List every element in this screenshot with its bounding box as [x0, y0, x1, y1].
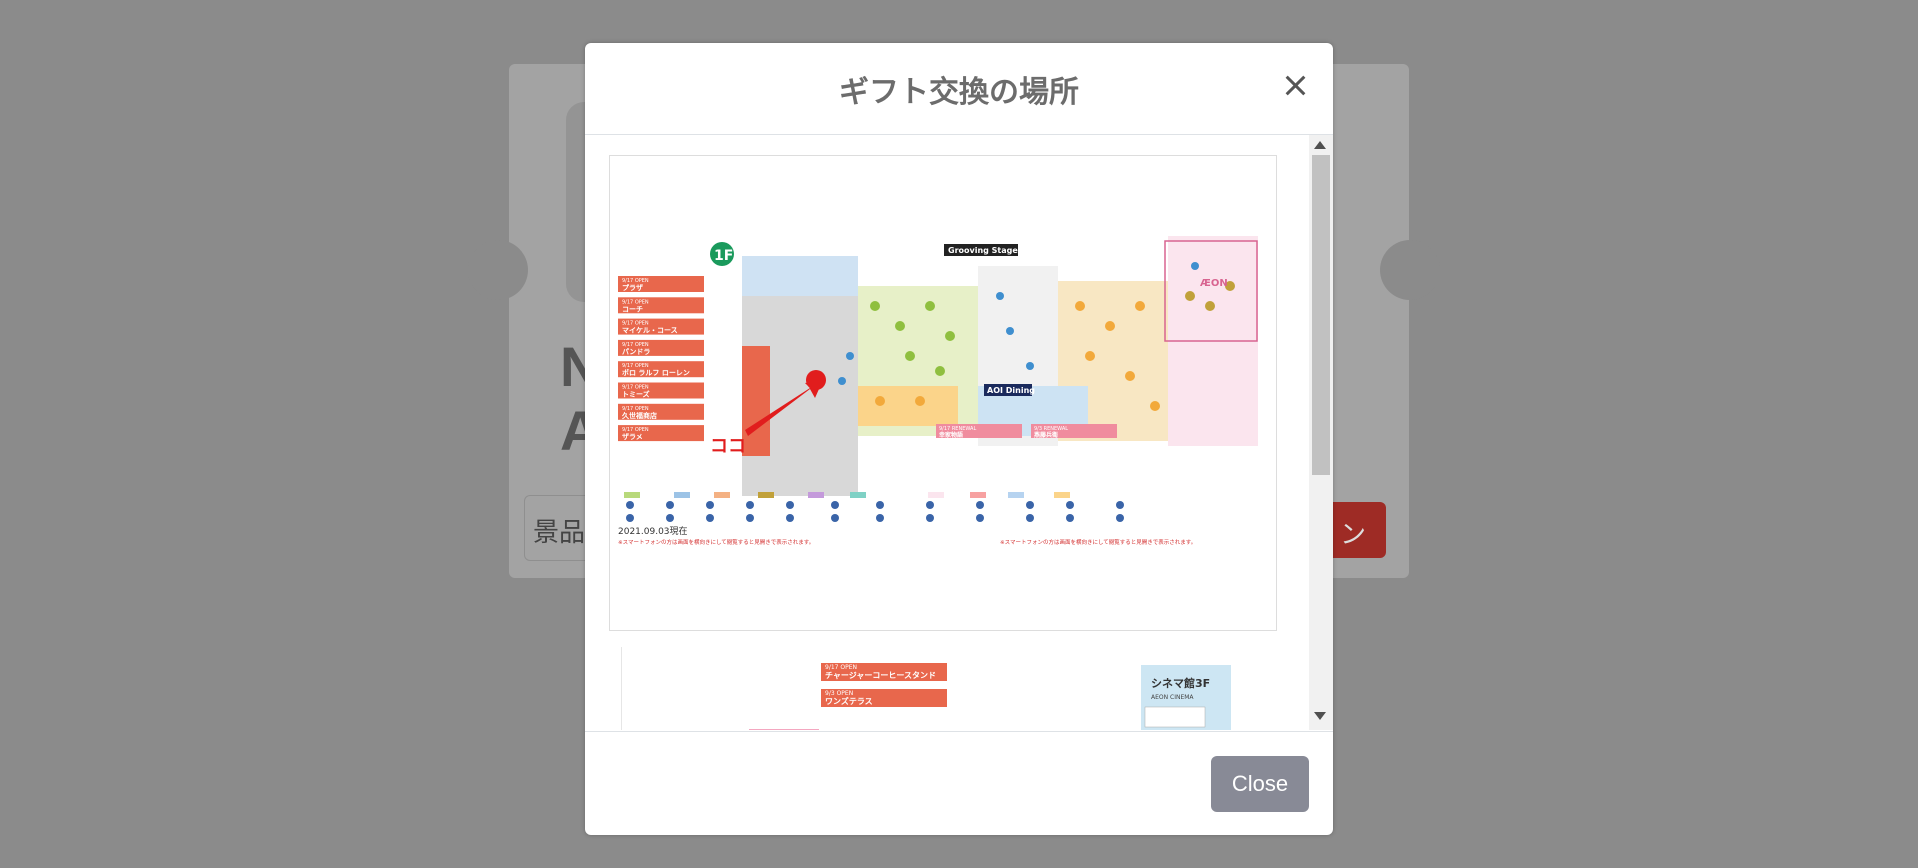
floor-map-second: 9/17 OPEN チャージャーコーヒースタンド 9/3 OPEN ワンズテラス シネ… — [620, 647, 1271, 730]
background-button-label: ン — [1339, 520, 1366, 550]
shop-name-1: コーチ — [622, 305, 643, 313]
second-shop-name-0: チャージャーコーヒースタンド — [825, 670, 936, 680]
scroll-up-icon[interactable] — [1314, 141, 1326, 149]
area-blue-1 — [742, 256, 858, 296]
second-shop-open-1: 9/3 OPEN — [825, 690, 853, 697]
modal-scrollbar[interactable] — [1309, 135, 1333, 730]
modal-header: ギフト交換の場所 — [585, 43, 1333, 135]
modal-title: ギフト交換の場所 — [839, 75, 1079, 110]
scroll-down-icon[interactable] — [1314, 712, 1326, 720]
shop-name-3: パンドラ — [622, 347, 650, 356]
shop-name-0: プラザ — [622, 283, 643, 292]
second-shop-list: 9/17 OPENチャージャーコーヒースタンド 9/3 OPENワンズテラス — [821, 663, 947, 707]
modal-footer: Close — [585, 731, 1333, 835]
cinema-sub-label: AEON CINEMA — [1151, 694, 1194, 701]
background-circle-right — [1380, 240, 1440, 300]
cinema-label: シネマ館3F — [1151, 676, 1210, 690]
background-input-placeholder: 景品 — [533, 518, 586, 548]
map-footnote-left: ※スマートフォンの方は画面を横向きにして閲覧すると見開きで表示されます。 — [618, 538, 814, 546]
shop-name-7: ザラメ — [622, 432, 643, 441]
shop-list: 9/17 OPENプラザ9/17 OPENコーチ9/17 OPENマイケル・コー… — [618, 276, 704, 442]
floor-map-image: 1F 9/17 OPEN プラザ 9/17 OPEN コーチ 9/17 OPEN マイケル… — [609, 155, 1277, 631]
close-button[interactable]: Close — [1211, 756, 1309, 812]
shop-name-2: マイケル・コース — [622, 327, 678, 335]
floor-label: 1F — [714, 248, 733, 264]
renewal-name-0: 幸家物語 — [939, 431, 963, 439]
map-footnote-right: ※スマートフォンの方は画面を横向きにして閲覧すると見開きで表示されます。 — [1000, 538, 1196, 546]
second-shop-name-1: ワンズテラス — [825, 696, 873, 706]
marker-dot — [806, 370, 826, 390]
modal-body[interactable]: 1F 9/17 OPEN プラザ 9/17 OPEN コーチ 9/17 OPEN マイケル… — [585, 135, 1333, 730]
floor-map: 1F 9/17 OPENプラザ9/17 OPENコーチ9/17 OPENマイケル… — [618, 236, 1258, 546]
shop-name-4: ポロ ラルフ ローレン — [622, 368, 690, 377]
area-red-1 — [742, 346, 770, 456]
aeon-brand-label: ÆON — [1200, 278, 1228, 289]
background-circle-left — [468, 240, 528, 300]
close-icon[interactable] — [1275, 65, 1315, 105]
area-yellow-1 — [858, 386, 958, 426]
marker-label: ココ — [710, 436, 746, 457]
gift-location-modal: ギフト交換の場所 1F 9/17 OPEN プラザ 9/17 OPEN コーチ 9/17… — [585, 43, 1333, 835]
dining-label: AOI Dining — [987, 386, 1035, 395]
second-shop-open-0: 9/17 OPEN — [825, 664, 857, 671]
stage-label: Grooving Stage — [948, 246, 1018, 255]
floor-map-3f: 9/17 OPENチャージャーコーヒースタンド 9/3 OPENワンズテラス シネ… — [620, 647, 1231, 730]
scroll-thumb[interactable] — [1312, 155, 1330, 475]
map-date: 2021.09.03現在 — [618, 525, 688, 537]
pink-shop — [749, 729, 819, 730]
shop-name-6: 久世福商店 — [621, 411, 657, 420]
shop-name-5: トミーズ — [622, 390, 650, 399]
renewal-name-1: 燕藤兵衛 — [1034, 431, 1058, 439]
